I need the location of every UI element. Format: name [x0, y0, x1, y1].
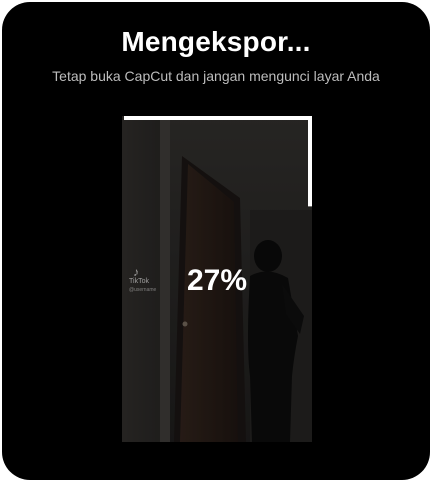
- export-subtitle: Tetap buka CapCut dan jangan mengunci la…: [52, 68, 380, 84]
- export-dialog: Mengekspor... Tetap buka CapCut dan jang…: [2, 2, 430, 480]
- video-preview: ♪ TikTok @username 27%: [122, 116, 312, 442]
- progress-percent: 27%: [186, 264, 248, 297]
- export-title: Mengekspor...: [121, 26, 311, 57]
